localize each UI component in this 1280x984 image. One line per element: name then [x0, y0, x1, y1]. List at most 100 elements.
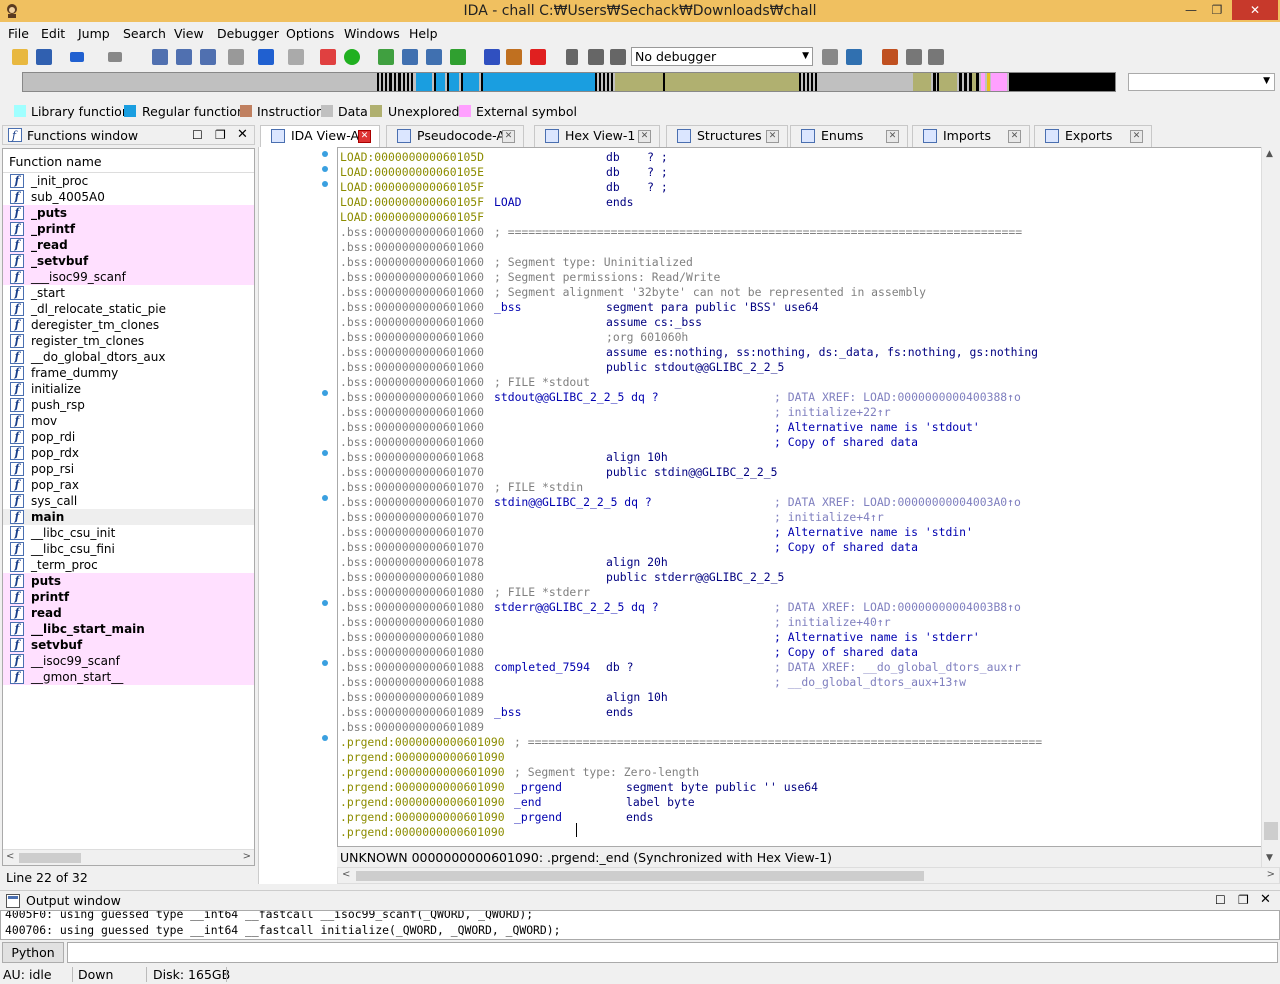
- binary-search-icon[interactable]: [152, 49, 168, 65]
- menu-options[interactable]: Options: [286, 26, 334, 41]
- scroll-thumb[interactable]: [356, 871, 924, 881]
- scroll-down-icon[interactable]: ▼: [1266, 853, 1273, 863]
- function-row[interactable]: f deregister_tm_clones: [3, 317, 254, 333]
- tab-ida-view-a[interactable]: IDA View-A ✕: [260, 125, 380, 148]
- float-icon[interactable]: ☐: [1215, 893, 1226, 907]
- warning-icon[interactable]: [320, 49, 336, 65]
- debugger-select[interactable]: No debugger ▼: [631, 47, 813, 66]
- close-icon[interactable]: ✕: [358, 130, 371, 143]
- navigation-band[interactable]: [22, 72, 1116, 92]
- function-row[interactable]: f read: [3, 605, 254, 621]
- function-row[interactable]: f __gmon_start__: [3, 669, 254, 685]
- scroll-right-icon[interactable]: >: [1267, 869, 1275, 880]
- close-icon[interactable]: ✕: [1008, 130, 1021, 143]
- function-row[interactable]: f sub_4005A0: [3, 189, 254, 205]
- close-icon[interactable]: ✕: [766, 130, 779, 143]
- function-row[interactable]: f _term_proc: [3, 557, 254, 573]
- function-row[interactable]: f __isoc99_scanf: [3, 653, 254, 669]
- function-row[interactable]: f ___isoc99_scanf: [3, 269, 254, 285]
- tab-imports[interactable]: Imports ✕: [912, 125, 1030, 147]
- function-row[interactable]: f __libc_csu_init: [3, 525, 254, 541]
- code-icon[interactable]: [426, 49, 442, 65]
- attach-icon[interactable]: [822, 49, 838, 65]
- function-row[interactable]: f sys_call: [3, 493, 254, 509]
- menu-debugger[interactable]: Debugger: [217, 26, 279, 41]
- function-row[interactable]: f frame_dummy: [3, 365, 254, 381]
- graph-icon[interactable]: [450, 49, 466, 65]
- hex-icon[interactable]: [402, 49, 418, 65]
- scroll-left-icon[interactable]: <: [6, 851, 14, 862]
- tab-pseudocode-a[interactable]: Pseudocode-A ✕: [386, 125, 524, 147]
- python-button[interactable]: Python: [2, 942, 64, 963]
- close-icon[interactable]: ✕: [1260, 892, 1271, 907]
- close-icon[interactable]: ✕: [1130, 130, 1143, 143]
- add-function-icon[interactable]: [378, 49, 394, 65]
- function-row[interactable]: f register_tm_clones: [3, 333, 254, 349]
- function-row[interactable]: f __libc_start_main: [3, 621, 254, 637]
- function-row[interactable]: f main: [3, 509, 254, 525]
- stop-icon[interactable]: [610, 49, 626, 65]
- function-row[interactable]: f setvbuf: [3, 637, 254, 653]
- tab-hex-view-1[interactable]: Hex View-1 ✕: [534, 125, 660, 147]
- next-code-icon[interactable]: [228, 49, 244, 65]
- function-row[interactable]: f _start: [3, 285, 254, 301]
- menu-edit[interactable]: Edit: [41, 26, 65, 41]
- close-window-button[interactable]: ✕: [1232, 0, 1278, 20]
- float-icon[interactable]: ☐: [192, 128, 203, 142]
- function-row[interactable]: f _dl_relocate_static_pie: [3, 301, 254, 317]
- command-input[interactable]: [67, 942, 1278, 963]
- close-icon[interactable]: ✕: [502, 130, 515, 143]
- forward-arrow-icon[interactable]: [108, 52, 122, 62]
- scroll-right-icon[interactable]: >: [243, 851, 251, 862]
- restore-icon[interactable]: ❐: [215, 128, 226, 142]
- scroll-thumb[interactable]: [19, 853, 81, 863]
- scroll-up-icon[interactable]: ▲: [1266, 149, 1273, 159]
- back-arrow-icon[interactable]: [70, 52, 84, 62]
- function-row[interactable]: f push_rsp: [3, 397, 254, 413]
- refresh-icon[interactable]: [846, 49, 862, 65]
- listing-hscrollbar[interactable]: < >: [337, 867, 1280, 884]
- star-icon[interactable]: [484, 49, 500, 65]
- tab-enums[interactable]: Enums ✕: [790, 125, 908, 147]
- function-row[interactable]: f pop_rdi: [3, 429, 254, 445]
- scroll-left-icon[interactable]: <: [342, 869, 350, 880]
- function-row[interactable]: f __libc_csu_fini: [3, 541, 254, 557]
- delete-icon[interactable]: [530, 49, 546, 65]
- close-icon[interactable]: ✕: [638, 130, 651, 143]
- functions-hscrollbar[interactable]: < >: [3, 849, 254, 865]
- function-row[interactable]: f __do_global_dtors_aux: [3, 349, 254, 365]
- go-icon[interactable]: [344, 49, 360, 65]
- menu-windows[interactable]: Windows: [344, 26, 400, 41]
- menu-file[interactable]: File: [8, 26, 29, 41]
- pause-icon[interactable]: [588, 49, 604, 65]
- unpin-icon[interactable]: [928, 49, 944, 65]
- menu-jump[interactable]: Jump: [78, 26, 110, 41]
- function-row[interactable]: f _printf: [3, 221, 254, 237]
- tab-exports[interactable]: Exports ✕: [1034, 125, 1152, 147]
- function-row[interactable]: f initialize: [3, 381, 254, 397]
- listing-vscrollbar[interactable]: ▲ ▼: [1261, 147, 1280, 867]
- function-name-column-header[interactable]: Function name: [3, 149, 254, 173]
- maximize-button[interactable]: ❐: [1204, 0, 1230, 20]
- text-search-icon[interactable]: [176, 49, 192, 65]
- function-row[interactable]: f _setvbuf: [3, 253, 254, 269]
- segment-select[interactable]: ▼: [1128, 73, 1275, 91]
- menu-search[interactable]: Search: [123, 26, 166, 41]
- function-row[interactable]: f puts: [3, 573, 254, 589]
- edit-icon[interactable]: [506, 49, 522, 65]
- immediate-search-icon[interactable]: [200, 49, 216, 65]
- function-row[interactable]: f pop_rax: [3, 477, 254, 493]
- minimize-button[interactable]: —: [1178, 0, 1204, 20]
- play-icon[interactable]: [566, 49, 578, 65]
- function-row[interactable]: f _read: [3, 237, 254, 253]
- restore-icon[interactable]: ❐: [1238, 893, 1249, 907]
- function-row[interactable]: f pop_rsi: [3, 461, 254, 477]
- menu-help[interactable]: Help: [409, 26, 438, 41]
- disassembly-listing[interactable]: LOAD:000000000060105D db ? ; LOAD:00000000…: [337, 147, 1261, 847]
- function-row[interactable]: f _init_proc: [3, 173, 254, 189]
- function-row[interactable]: f mov: [3, 413, 254, 429]
- open-icon[interactable]: [12, 49, 28, 65]
- function-row[interactable]: f printf: [3, 589, 254, 605]
- save-icon[interactable]: [36, 49, 52, 65]
- scroll-thumb[interactable]: [1264, 822, 1278, 840]
